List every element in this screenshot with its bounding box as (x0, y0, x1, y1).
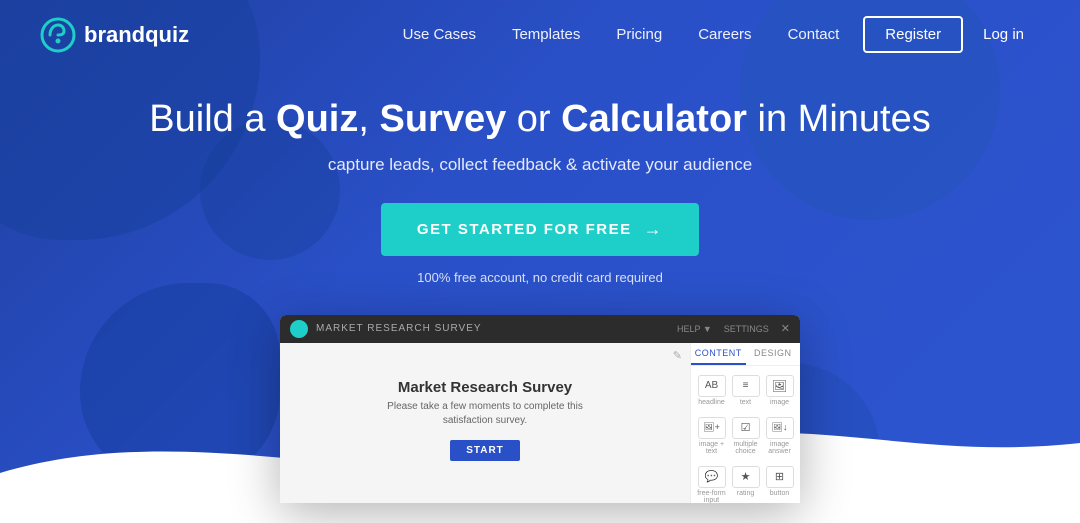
sidebar-item-headline[interactable]: AB headline (695, 370, 728, 411)
rating-label: rating (737, 490, 755, 497)
navbar: brandquiz Use Cases Templates Pricing Ca… (0, 0, 1080, 69)
hero-section: Build a Quiz, Survey or Calculator in Mi… (0, 69, 1080, 315)
sidebar-item-rating[interactable]: ★ rating (729, 461, 762, 503)
app-titlebar: MARKET RESEARCH SURVEY HELP ▼ SETTINGS ✕ (280, 315, 800, 343)
image-answer-label: image answer (765, 441, 794, 455)
logo-icon (40, 17, 76, 53)
nav-use-cases[interactable]: Use Cases (387, 18, 492, 51)
survey-title: Market Research Survey (398, 379, 572, 396)
button-icon: ⊞ (766, 466, 794, 488)
survey-start-button[interactable]: START (450, 440, 520, 461)
text-label: text (740, 399, 751, 406)
image-text-label: image + text (697, 441, 726, 455)
image-label: image (770, 399, 789, 406)
titlebar-logo-icon (290, 320, 308, 338)
headline-label: headline (698, 399, 724, 406)
cta-arrow-icon: → (644, 219, 664, 240)
multiple-choice-label: multiple choice (731, 441, 760, 455)
hero-subtitle: capture leads, collect feedback & activa… (20, 155, 1060, 175)
logo-link[interactable]: brandquiz (40, 17, 189, 53)
button-label: button (770, 490, 789, 497)
sidebar-item-image-text[interactable]: 🖼+ image + text (695, 412, 728, 460)
app-window: MARKET RESEARCH SURVEY HELP ▼ SETTINGS ✕… (280, 315, 800, 503)
sidebar-item-button[interactable]: ⊞ button (763, 461, 796, 503)
nav-pricing[interactable]: Pricing (600, 18, 678, 51)
titlebar-right: HELP ▼ SETTINGS ✕ (677, 322, 790, 335)
titlebar-help[interactable]: HELP ▼ (677, 324, 712, 334)
brand-name: brandquiz (84, 22, 189, 48)
text-icon: ≡ (732, 375, 760, 397)
edit-icon: ✎ (673, 349, 682, 362)
titlebar-left: MARKET RESEARCH SURVEY (290, 320, 482, 338)
app-preview: MARKET RESEARCH SURVEY HELP ▼ SETTINGS ✕… (0, 315, 1080, 503)
sidebar-tabs: CONTENT DESIGN (691, 343, 800, 366)
freeform-icon: 💬 (698, 466, 726, 488)
nav-links: Use Cases Templates Pricing Careers Cont… (387, 16, 1040, 53)
image-icon: 🖼 (766, 375, 794, 397)
titlebar-settings[interactable]: SETTINGS (724, 324, 769, 334)
sidebar-items-grid: AB headline ≡ text 🖼 image 🖼+ image + te… (691, 366, 800, 503)
image-text-icon: 🖼+ (698, 417, 726, 439)
sidebar-tab-design[interactable]: DESIGN (746, 343, 801, 365)
survey-content-area: ✎ Market Research Survey Please take a f… (280, 343, 690, 503)
nav-contact[interactable]: Contact (772, 18, 856, 51)
sidebar-item-image-answer[interactable]: 🖼↓ image answer (763, 412, 796, 460)
headline-icon: AB (698, 375, 726, 397)
sidebar-tab-content[interactable]: CONTENT (691, 343, 746, 365)
survey-subtitle: Please take a few moments to complete th… (385, 400, 585, 428)
sidebar-item-image[interactable]: 🖼 image (763, 370, 796, 411)
image-answer-icon: 🖼↓ (766, 417, 794, 439)
hero-note: 100% free account, no credit card requir… (20, 270, 1060, 285)
app-body: ✎ Market Research Survey Please take a f… (280, 343, 800, 503)
multiple-choice-icon: ☑ (732, 417, 760, 439)
sidebar-item-freeform[interactable]: 💬 free-form input (695, 461, 728, 503)
titlebar-survey-name: MARKET RESEARCH SURVEY (316, 323, 482, 334)
login-button[interactable]: Log in (967, 18, 1040, 51)
titlebar-close-icon[interactable]: ✕ (781, 322, 790, 335)
sidebar-item-multiple-choice[interactable]: ☑ multiple choice (729, 412, 762, 460)
freeform-label: free-form input (697, 490, 726, 503)
cta-button[interactable]: GET STARTED FOR FREE → (381, 203, 699, 256)
rating-icon: ★ (732, 466, 760, 488)
register-button[interactable]: Register (863, 16, 963, 53)
hero-title: Build a Quiz, Survey or Calculator in Mi… (20, 97, 1060, 143)
app-sidebar: CONTENT DESIGN AB headline ≡ text 🖼 imag… (690, 343, 800, 503)
sidebar-item-text[interactable]: ≡ text (729, 370, 762, 411)
nav-templates[interactable]: Templates (496, 18, 596, 51)
nav-careers[interactable]: Careers (682, 18, 767, 51)
cta-label: GET STARTED FOR FREE (417, 221, 632, 238)
